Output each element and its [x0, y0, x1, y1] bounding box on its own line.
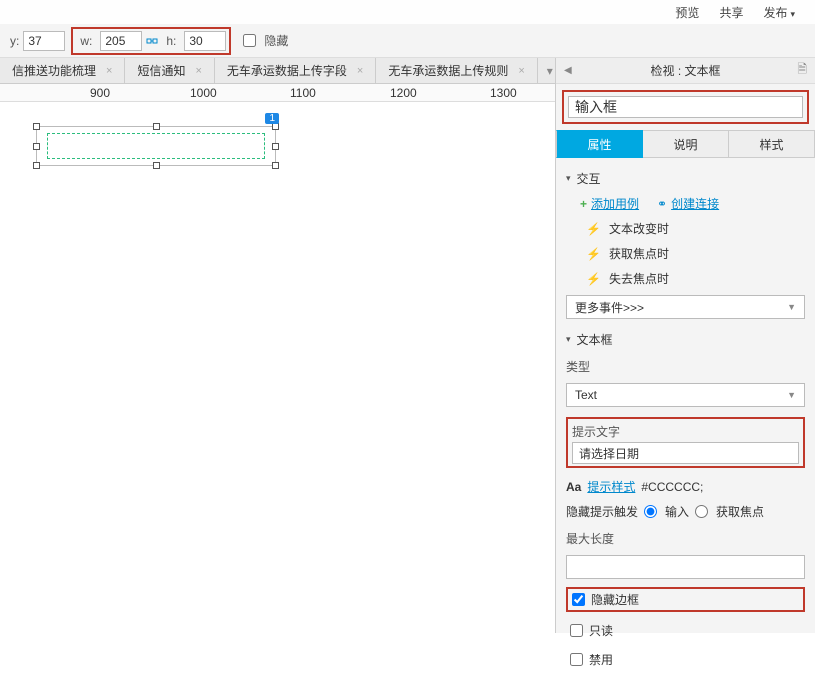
create-link-link[interactable]: ⚭创建连接 [657, 195, 719, 212]
widget-name-input[interactable] [568, 96, 803, 118]
close-icon[interactable]: × [106, 65, 112, 77]
tab-1[interactable]: 短信通知× [125, 58, 214, 83]
resize-handle[interactable] [33, 162, 40, 169]
hint-style-link[interactable]: 提示样式 [587, 478, 635, 495]
selected-widget[interactable]: 1 [36, 126, 276, 166]
tab-2[interactable]: 无车承运数据上传字段× [215, 58, 376, 83]
w-label: w: [80, 34, 92, 48]
plus-icon: + [580, 197, 587, 211]
hide-label: 隐藏 [264, 32, 288, 49]
chevron-down-icon: ▼ [787, 302, 796, 312]
collapse-icon[interactable]: ◀ [564, 65, 572, 76]
disabled-label: 禁用 [589, 651, 613, 668]
lightning-icon: ⚡ [586, 222, 601, 236]
font-icon: Aa [566, 480, 581, 494]
menu-share[interactable]: 共享 [719, 4, 743, 21]
document-icon[interactable]: 🗎 [797, 60, 807, 81]
resize-handle[interactable] [272, 123, 279, 130]
resize-handle[interactable] [153, 162, 160, 169]
chevron-down-icon: ▾ [790, 9, 795, 19]
footnote-badge: 1 [265, 113, 279, 124]
readonly-label: 只读 [589, 622, 613, 639]
wh-highlight: w: h: [71, 27, 231, 55]
canvas[interactable]: 900 1000 1100 1200 1300 1 [0, 84, 555, 633]
more-events-select[interactable]: 更多事件>>>▼ [566, 295, 805, 319]
radio-focus[interactable] [695, 505, 708, 518]
tab-3[interactable]: 无车承运数据上传规则× [376, 58, 537, 83]
type-label: 类型 [566, 358, 805, 375]
h-input[interactable] [184, 31, 226, 51]
radio-input[interactable] [644, 505, 657, 518]
tab-notes[interactable]: 说明 [643, 130, 729, 158]
disabled-checkbox[interactable] [570, 653, 583, 666]
hide-border-checkbox[interactable] [572, 593, 585, 606]
tab-0[interactable]: 信推送功能梳理× [0, 58, 125, 83]
close-icon[interactable]: × [518, 65, 524, 77]
hide-checkbox[interactable] [243, 34, 256, 47]
section-textbox[interactable]: ▾文本框 [566, 331, 805, 348]
widget-inner [47, 133, 265, 159]
link-icon: ⚭ [657, 197, 667, 211]
w-input[interactable] [100, 31, 142, 51]
readonly-checkbox[interactable] [570, 624, 583, 637]
y-label: y: [10, 34, 19, 48]
h-label: h: [166, 34, 176, 48]
section-interaction[interactable]: ▾交互 [566, 170, 805, 187]
ruler: 900 1000 1100 1200 1300 [0, 84, 555, 102]
close-icon[interactable]: × [357, 65, 363, 77]
resize-handle[interactable] [272, 143, 279, 150]
resize-handle[interactable] [153, 123, 160, 130]
inspector-header: ◀ 检视 : 文本框 🗎 [556, 58, 815, 84]
hint-text-input[interactable] [572, 442, 799, 464]
close-icon[interactable]: × [195, 65, 201, 77]
chevron-down-icon: ▼ [787, 390, 796, 400]
hint-text-highlight: 提示文字 [566, 417, 805, 468]
widget-name-highlight [562, 90, 809, 124]
event-blur[interactable]: ⚡失去焦点时 [566, 270, 805, 287]
type-select[interactable]: Text▼ [566, 383, 805, 407]
hint-label: 提示文字 [572, 423, 799, 440]
tab-style[interactable]: 样式 [729, 130, 815, 158]
add-case-link[interactable]: +添加用例 [580, 195, 639, 212]
y-input[interactable] [23, 31, 65, 51]
menu-publish[interactable]: 发布▾ [763, 4, 795, 21]
resize-handle[interactable] [33, 123, 40, 130]
lightning-icon: ⚡ [586, 247, 601, 261]
event-text-change[interactable]: ⚡文本改变时 [566, 220, 805, 237]
maxlen-label: 最大长度 [566, 530, 805, 547]
link-dimensions-icon[interactable] [146, 35, 158, 47]
caret-down-icon: ▾ [566, 334, 571, 345]
tab-properties[interactable]: 属性 [556, 130, 643, 158]
lightning-icon: ⚡ [586, 272, 601, 286]
inspector-tabs: 属性 说明 样式 [556, 130, 815, 158]
hide-hint-label: 隐藏提示触发 [566, 503, 638, 520]
hide-border-label: 隐藏边框 [591, 591, 639, 608]
inspector-panel: ◀ 检视 : 文本框 🗎 属性 说明 样式 ▾交互 +添加用例 ⚭创建连接 ⚡文… [555, 58, 815, 633]
resize-handle[interactable] [33, 143, 40, 150]
hide-border-highlight: 隐藏边框 [566, 587, 805, 612]
event-focus[interactable]: ⚡获取焦点时 [566, 245, 805, 262]
hint-color-value: #CCCCCC; [641, 480, 703, 494]
top-menu: 预览 共享 发布▾ [0, 0, 815, 24]
resize-handle[interactable] [272, 162, 279, 169]
position-toolbar: y: w: h: 隐藏 [0, 24, 815, 58]
maxlen-input[interactable] [566, 555, 805, 579]
menu-preview[interactable]: 预览 [675, 4, 699, 21]
chevron-down-icon: ▾ [547, 64, 553, 78]
caret-down-icon: ▾ [566, 173, 571, 184]
inspector-title: 检视 : 文本框 [650, 62, 720, 79]
